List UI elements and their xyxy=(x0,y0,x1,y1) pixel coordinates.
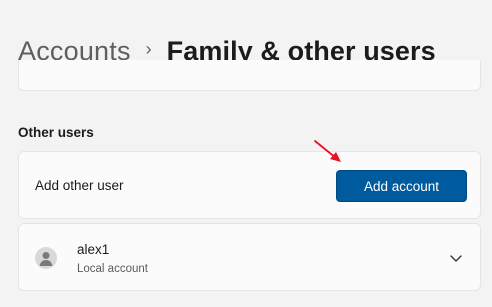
person-icon xyxy=(35,247,57,269)
add-other-user-label: Add other user xyxy=(35,178,124,193)
annotation-arrow-icon xyxy=(314,140,341,162)
user-account-row[interactable]: alex1 Local account xyxy=(18,223,481,291)
other-users-heading: Other users xyxy=(18,125,94,140)
add-other-user-card: Add other user Add account xyxy=(18,151,481,219)
chevron-down-icon[interactable] xyxy=(449,251,463,265)
user-name: alex1 xyxy=(77,242,110,257)
account-type: Local account xyxy=(77,263,148,275)
add-account-button[interactable]: Add account xyxy=(336,170,467,202)
previous-section-card xyxy=(18,60,481,91)
breadcrumb-separator-icon: › xyxy=(145,39,152,59)
